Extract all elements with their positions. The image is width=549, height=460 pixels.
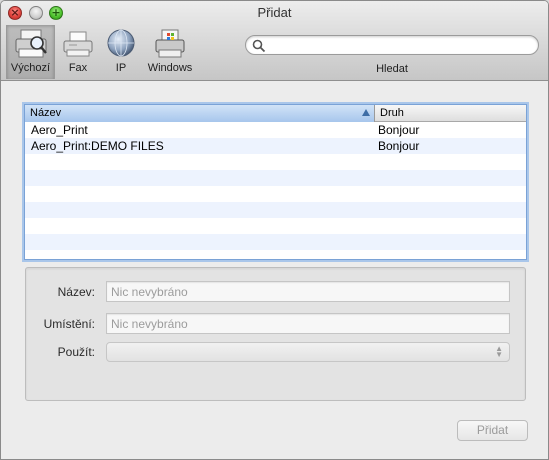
globe-icon bbox=[107, 29, 135, 57]
window-title: Přidat bbox=[257, 5, 292, 20]
toolbar-default-button[interactable]: Výchozí bbox=[6, 25, 55, 79]
table-header: Název Druh bbox=[25, 105, 526, 122]
table-row-empty bbox=[25, 202, 526, 218]
name-label: Název: bbox=[57, 285, 95, 299]
table-row-empty bbox=[25, 234, 526, 250]
add-printer-window: × + Přidat Výchozí Fax IP Windows Hledat… bbox=[0, 0, 549, 460]
column-header-kind[interactable]: Druh bbox=[375, 105, 526, 122]
toolbar-windows-label: Windows bbox=[147, 62, 193, 74]
printer-name: Aero_Print bbox=[31, 123, 88, 137]
table-body: Aero_Print Bonjour Aero_Print:DEMO FILES… bbox=[25, 122, 526, 250]
table-row-empty bbox=[25, 186, 526, 202]
location-input[interactable] bbox=[107, 314, 509, 333]
fax-icon bbox=[63, 31, 93, 57]
column-header-name[interactable]: Název bbox=[25, 105, 375, 122]
search-field[interactable] bbox=[245, 35, 539, 55]
chevron-updown-icon: ▲ ▼ bbox=[495, 344, 503, 359]
printer-list[interactable]: Název Druh Aero_Print Bonjour Aero_Print… bbox=[24, 104, 527, 260]
location-field[interactable] bbox=[106, 313, 510, 334]
search-icon bbox=[252, 39, 266, 53]
table-row-empty bbox=[25, 170, 526, 186]
use-driver-select[interactable]: ▲ ▼ bbox=[106, 342, 510, 362]
table-row[interactable]: Aero_Print Bonjour bbox=[25, 122, 526, 138]
column-header-kind-label: Druh bbox=[380, 107, 404, 119]
search-label: Hledat bbox=[376, 63, 408, 75]
toolbar: × + Přidat Výchozí Fax IP Windows Hledat bbox=[1, 1, 548, 81]
toolbar-default-label: Výchozí bbox=[10, 62, 51, 74]
printer-kind: Bonjour bbox=[378, 139, 420, 153]
toolbar-windows-button[interactable]: Windows bbox=[144, 25, 196, 79]
toolbar-fax-button[interactable]: Fax bbox=[58, 25, 98, 79]
toolbar-ip-button[interactable]: IP bbox=[101, 25, 141, 79]
table-row[interactable]: Aero_Print:DEMO FILES Bonjour bbox=[25, 138, 526, 154]
sort-ascending-icon bbox=[362, 109, 370, 116]
toolbar-ip-label: IP bbox=[115, 62, 127, 74]
table-row-empty bbox=[25, 218, 526, 234]
column-header-name-label: Název bbox=[30, 107, 62, 119]
add-button[interactable]: Přidat bbox=[457, 420, 528, 441]
table-row-empty bbox=[25, 154, 526, 170]
printer-kind: Bonjour bbox=[378, 123, 420, 137]
default-printer-icon bbox=[15, 29, 47, 58]
toolbar-fax-label: Fax bbox=[68, 62, 88, 74]
use-label: Použít: bbox=[57, 345, 95, 359]
name-input[interactable] bbox=[107, 282, 509, 301]
printer-name: Aero_Print:DEMO FILES bbox=[31, 139, 164, 153]
search-input[interactable] bbox=[268, 38, 528, 53]
printer-details-panel: Název: Umístění: Použít: ▲▼ bbox=[25, 267, 526, 401]
windows-printer-icon bbox=[155, 29, 185, 58]
name-field[interactable] bbox=[106, 281, 510, 302]
location-label: Umístění: bbox=[43, 317, 95, 331]
